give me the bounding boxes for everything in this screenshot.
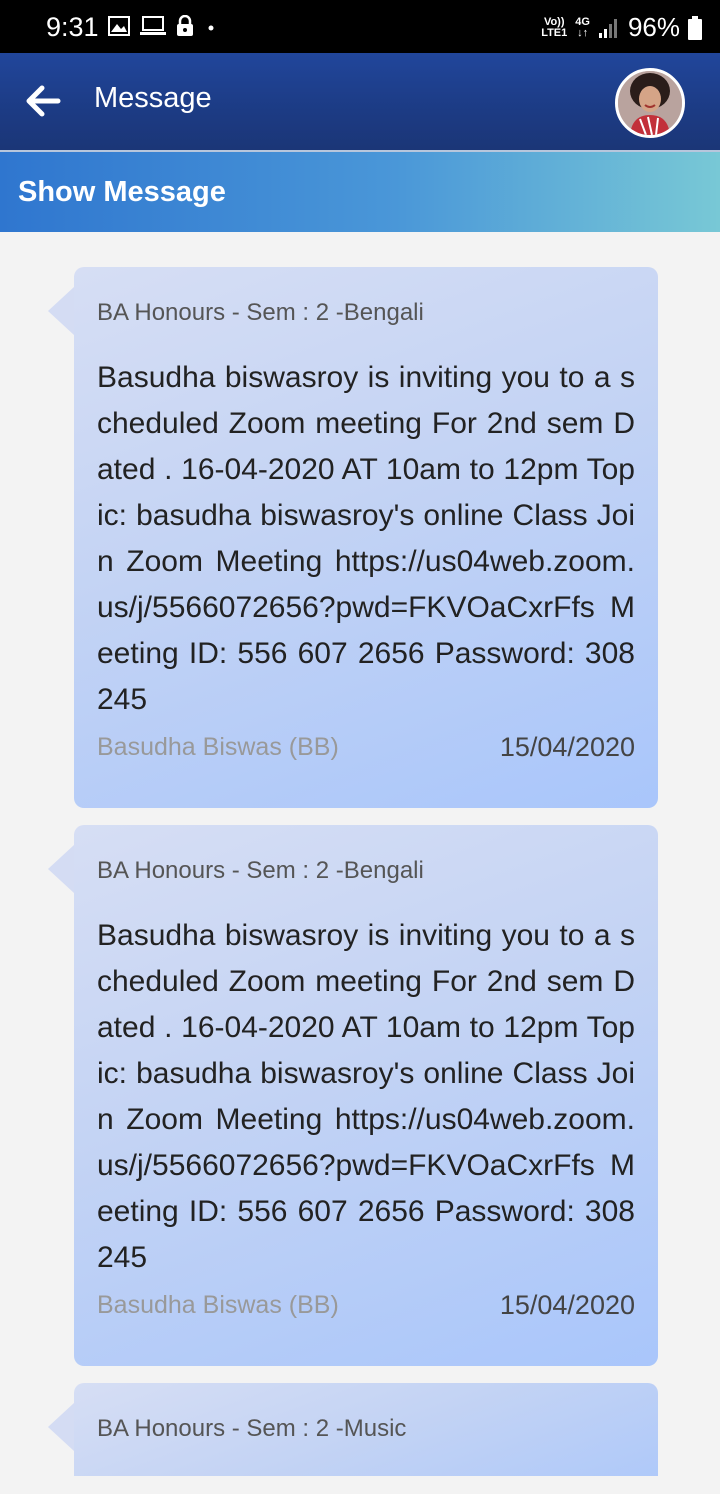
sub-header: Show Message (0, 150, 720, 232)
gallery-icon (108, 16, 130, 36)
section-title: Show Message (18, 176, 226, 208)
network-gen-indicator: 4G ↓↑ (575, 15, 590, 39)
message-date: 15/04/2020 (499, 1289, 635, 1320)
status-time: 9:31 (46, 12, 99, 42)
dot-icon (208, 25, 214, 31)
lte-label: LTE1 (541, 26, 568, 39)
message-course: BA Honours - Sem : 2 -Bengali (97, 299, 424, 326)
avatar[interactable] (615, 68, 685, 138)
volte-label: Vo)) (543, 15, 565, 28)
message-card[interactable]: BA Honours - Sem : 2 -Bengali Basudha bi… (48, 825, 658, 1366)
status-bar: 9:31 Vo)) LTE1 4G ↓↑ 96% (0, 0, 720, 53)
app-bar: Message (0, 53, 720, 150)
message-sender: Basudha Biswas (BB) (97, 1290, 339, 1319)
data-arrows-icon: ↓↑ (577, 26, 589, 39)
message-footer: Basudha Biswas (BB) 15/04/2020 (97, 727, 635, 767)
page-title: Message (94, 82, 212, 114)
message-sender: Basudha Biswas (BB) (97, 732, 339, 761)
status-notification-icons (108, 15, 218, 37)
status-system-icons: Vo)) LTE1 4G ↓↑ 96% (541, 12, 702, 43)
laptop-icon (140, 16, 166, 35)
message-course: BA Honours - Sem : 2 -Music (97, 1415, 407, 1442)
signal-icon (598, 18, 617, 38)
back-arrow-icon[interactable] (22, 79, 66, 123)
message-body: Basudha biswasroy is inviting you to a s… (97, 919, 635, 1274)
message-list[interactable]: BA Honours - Sem : 2 -Bengali Basudha bi… (0, 232, 720, 1476)
message-card[interactable]: BA Honours - Sem : 2 -Music (48, 1383, 658, 1476)
profile-photo-icon (618, 71, 682, 135)
message-footer: Basudha Biswas (BB) 15/04/2020 (97, 1285, 635, 1325)
message-card[interactable]: BA Honours - Sem : 2 -Bengali Basudha bi… (48, 267, 658, 808)
battery-icon (688, 15, 702, 40)
battery-percent: 96% (627, 12, 680, 42)
network-gen-label: 4G (575, 15, 590, 28)
message-date: 15/04/2020 (499, 731, 635, 762)
message-body: Basudha biswasroy is inviting you to a s… (97, 361, 635, 716)
lock-icon (177, 15, 193, 36)
volte-indicator: Vo)) LTE1 (541, 15, 568, 39)
message-course: BA Honours - Sem : 2 -Bengali (97, 857, 424, 884)
